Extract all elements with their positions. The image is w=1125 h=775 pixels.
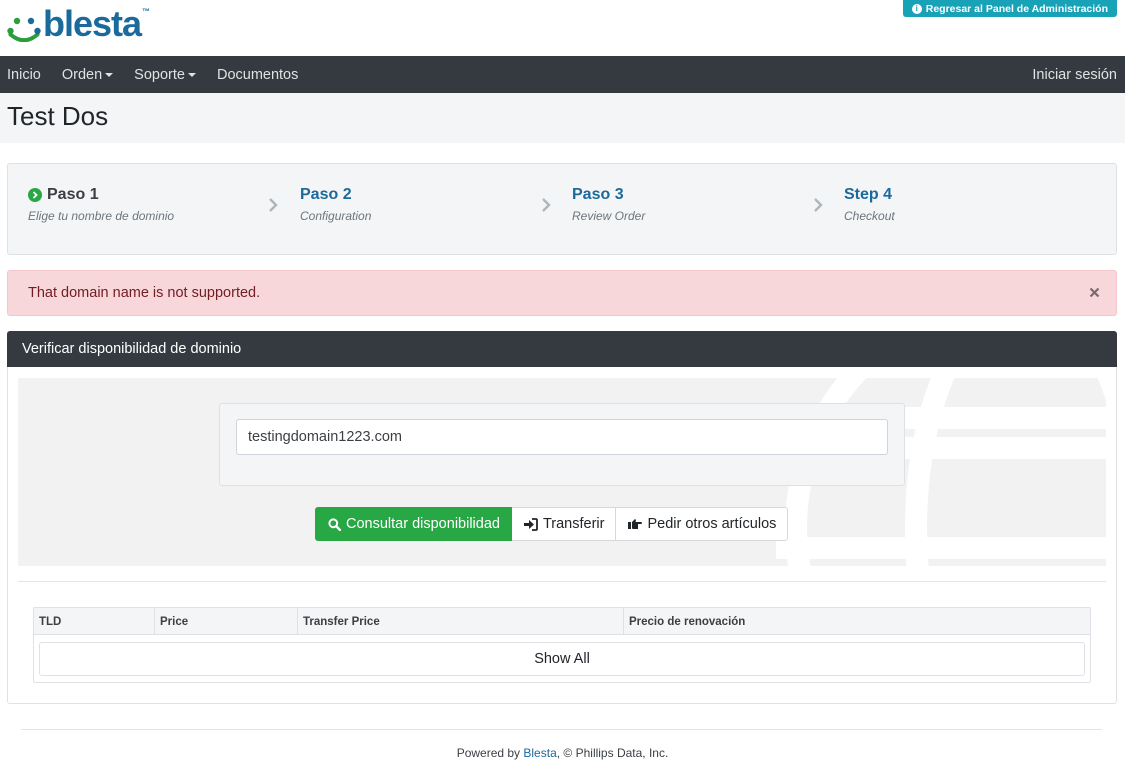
nav-item-orden[interactable]: Orden: [61, 66, 114, 83]
step-title: Step 4: [844, 186, 893, 203]
sign-in-icon: [523, 517, 538, 531]
step-subtitle: Configuration: [300, 209, 372, 223]
nav-label: Orden: [61, 66, 103, 83]
column-header-transfer-price: Transfer Price: [298, 608, 624, 635]
step-4[interactable]: Step 4 Checkout: [844, 186, 895, 223]
divider: [18, 581, 1106, 582]
step-title: Paso 1: [28, 186, 174, 204]
caret-down-icon: [105, 72, 114, 77]
column-header-price: Price: [155, 608, 298, 635]
button-label: Consultar disponibilidad: [346, 516, 500, 532]
step-1: Paso 1 Elige tu nombre de dominio: [28, 186, 174, 223]
order-other-items-button[interactable]: Pedir otros artículos: [616, 507, 789, 541]
error-alert: That domain name is not supported.: [7, 270, 1117, 316]
main-navbar: Inicio Orden Soporte Documentos Iniciar …: [0, 56, 1125, 93]
blesta-logo[interactable]: blesta ™: [7, 6, 150, 42]
logo-trademark: ™: [142, 7, 151, 16]
nav-label: Documentos: [216, 66, 299, 83]
alert-message: That domain name is not supported.: [28, 285, 261, 301]
footer-prefix: Powered by: [456, 746, 524, 760]
chevron-right-icon: [814, 198, 823, 212]
nav-label: Soporte: [134, 66, 185, 83]
column-header-renewal-price: Precio de renovación: [629, 615, 746, 628]
top-header: blesta ™ i Regresar al Panel de Administ…: [0, 0, 1125, 56]
button-label: Transferir: [542, 516, 605, 532]
title-band: Test Dos: [0, 93, 1125, 143]
footer-divider: [21, 729, 1102, 730]
domain-input[interactable]: [236, 419, 888, 455]
logo-dots-icon: [7, 17, 41, 42]
page-title: Test Dos: [7, 101, 109, 131]
step-title: Paso 3: [572, 186, 624, 203]
check-circle-icon: [28, 188, 42, 202]
blesta-link[interactable]: Blesta: [523, 746, 556, 760]
admin-panel-label: Regresar al Panel de Administración: [925, 2, 1108, 15]
step-title-text: Paso 1: [47, 186, 99, 203]
order-steps: Paso 1 Elige tu nombre de dominio Paso 2…: [7, 163, 1117, 255]
logo-text: blesta: [43, 3, 142, 44]
domain-action-buttons: Consultar disponibilidad Transferir Pedi…: [315, 507, 789, 541]
nav-item-inicio[interactable]: Inicio: [7, 67, 41, 83]
info-icon: i: [911, 3, 922, 14]
column-header-tld: TLD: [34, 608, 155, 635]
admin-panel-button[interactable]: i Regresar al Panel de Administración: [902, 0, 1117, 17]
chevron-right-icon: [542, 198, 551, 212]
search-icon: [328, 517, 341, 531]
nav-label: Inicio: [7, 66, 41, 83]
step-subtitle: Checkout: [844, 209, 895, 223]
chevron-right-icon: [269, 198, 278, 212]
login-link[interactable]: Iniciar sesión: [1032, 56, 1117, 93]
domain-check-panel: Verificar disponibilidad de dominio Cons…: [7, 331, 1117, 704]
panel-heading: Verificar disponibilidad de dominio: [7, 331, 1117, 367]
search-box: [219, 403, 905, 486]
domain-search-area: Consultar disponibilidad Transferir Pedi…: [18, 378, 1106, 566]
footer: Powered by Blesta, © Phillips Data, Inc.: [0, 746, 1125, 760]
show-all-button[interactable]: Show All: [39, 642, 1085, 676]
step-2[interactable]: Paso 2 Configuration: [300, 186, 371, 223]
footer-suffix: , © Phillips Data, Inc.: [556, 746, 669, 760]
hand-point-right-icon: [628, 519, 643, 529]
nav-item-documentos[interactable]: Documentos: [217, 67, 298, 83]
step-subtitle: Review Order: [572, 209, 646, 223]
close-icon[interactable]: [1086, 284, 1102, 300]
tld-pricing-table: TLD Price Transfer Price Precio de renov…: [33, 607, 1091, 683]
step-subtitle: Elige tu nombre de dominio: [28, 209, 175, 223]
table-header: TLD Price Transfer Price Precio de renov…: [34, 608, 1090, 635]
check-availability-button[interactable]: Consultar disponibilidad: [315, 507, 512, 541]
nav-item-soporte[interactable]: Soporte: [134, 67, 196, 83]
button-label: Pedir otros artículos: [647, 516, 777, 532]
step-3[interactable]: Paso 3 Review Order: [572, 186, 645, 223]
step-title: Paso 2: [300, 186, 352, 203]
transfer-button[interactable]: Transferir: [511, 507, 617, 541]
caret-down-icon: [187, 72, 196, 77]
